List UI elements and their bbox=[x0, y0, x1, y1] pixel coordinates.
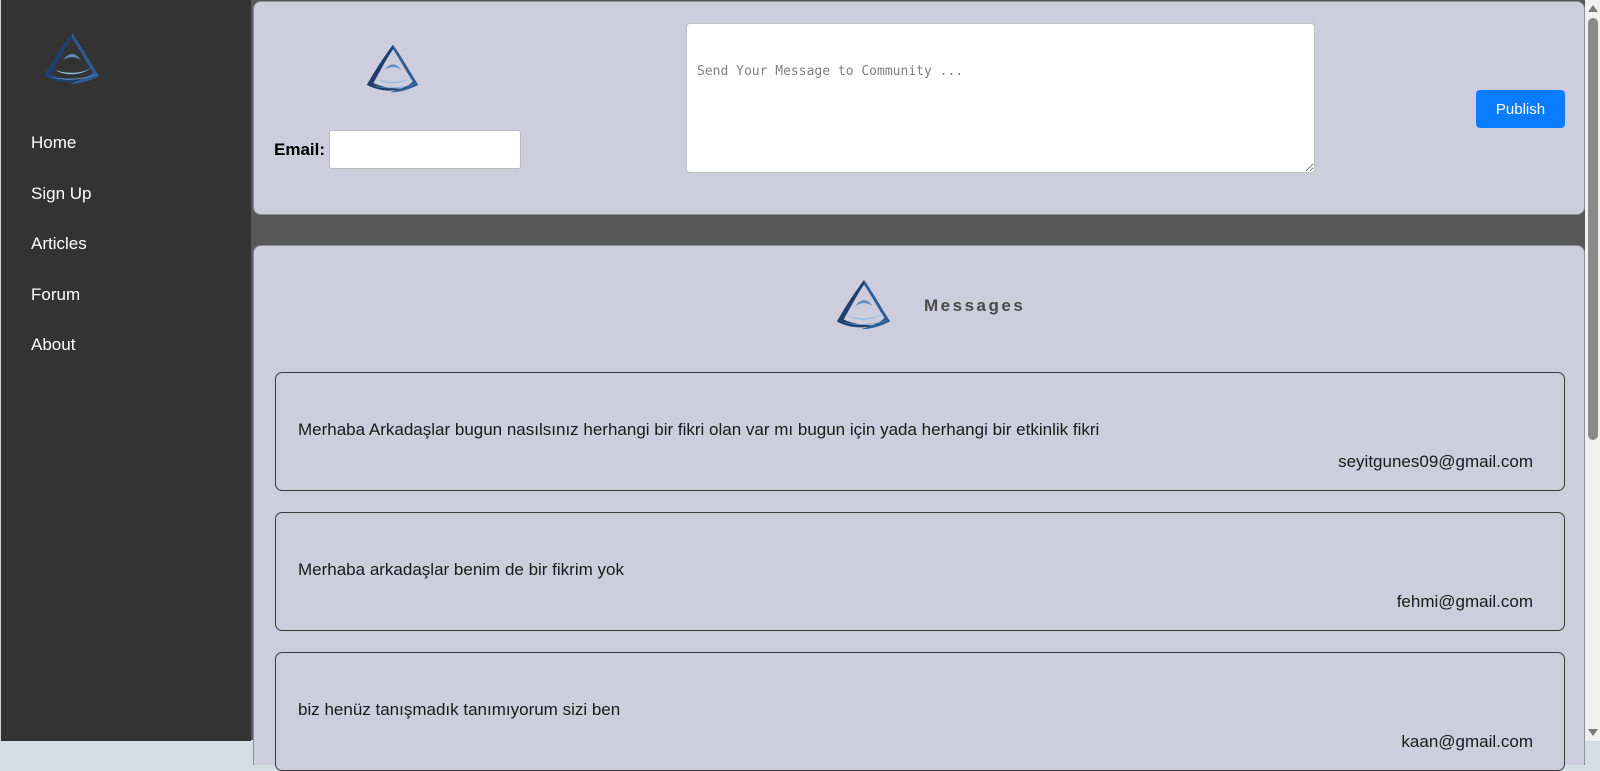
app-window: Home Sign Up Articles Forum About Email:… bbox=[0, 0, 1600, 771]
message-author-email: seyitgunes09@gmail.com bbox=[1338, 452, 1533, 471]
message-text: Merhaba arkadaşlar benim de bir fikrim y… bbox=[298, 560, 624, 579]
message-card: Merhaba Arkadaşlar bugun nasılsınız herh… bbox=[275, 372, 1565, 491]
triangle-wave-logo-icon bbox=[366, 44, 419, 93]
messages-panel: Messages Merhaba Arkadaşlar bugun nasıls… bbox=[253, 245, 1585, 771]
sidebar-item-forum[interactable]: Forum bbox=[31, 280, 91, 331]
message-text: Merhaba Arkadaşlar bugun nasılsınız herh… bbox=[298, 420, 1100, 439]
publish-button[interactable]: Publish bbox=[1476, 90, 1565, 128]
sidebar: Home Sign Up Articles Forum About bbox=[1, 0, 251, 741]
message-textarea[interactable] bbox=[686, 23, 1315, 173]
message-card: biz henüz tanışmadık tanımıyorum sizi be… bbox=[275, 652, 1565, 771]
email-label: Email: bbox=[274, 140, 326, 159]
message-card: Merhaba arkadaşlar benim de bir fikrim y… bbox=[275, 512, 1565, 631]
sidebar-nav: Home Sign Up Articles Forum About bbox=[31, 128, 91, 381]
message-author-email: kaan@gmail.com bbox=[1401, 732, 1533, 751]
sidebar-item-sign-up[interactable]: Sign Up bbox=[31, 179, 91, 230]
scrollbar-thumb[interactable] bbox=[1588, 18, 1598, 440]
triangle-wave-logo-icon bbox=[836, 279, 891, 330]
message-text: biz henüz tanışmadık tanımıyorum sizi be… bbox=[298, 700, 621, 719]
sidebar-item-home[interactable]: Home bbox=[31, 128, 91, 179]
messages-title: Messages bbox=[924, 296, 1026, 315]
message-composer: Email: Publish bbox=[253, 1, 1585, 215]
email-field[interactable] bbox=[329, 130, 521, 169]
scroll-down-arrow-icon[interactable] bbox=[1588, 729, 1598, 736]
vertical-scrollbar[interactable] bbox=[1585, 0, 1600, 741]
sidebar-item-articles[interactable]: Articles bbox=[31, 229, 91, 280]
triangle-wave-logo-icon[interactable] bbox=[41, 30, 103, 88]
message-author-email: fehmi@gmail.com bbox=[1396, 592, 1533, 611]
sidebar-item-about[interactable]: About bbox=[31, 330, 91, 381]
scroll-up-arrow-icon[interactable] bbox=[1588, 5, 1598, 12]
